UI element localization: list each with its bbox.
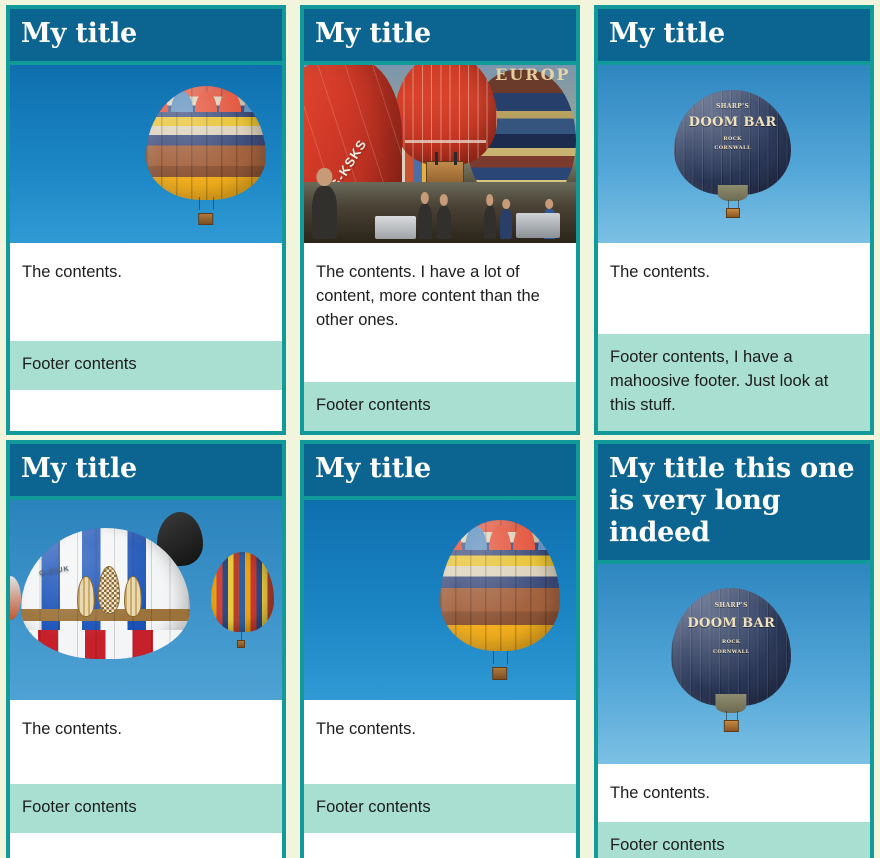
card-grid: My title The contents. Footer contents M… — [0, 0, 880, 858]
card-footer: Footer contents — [598, 821, 870, 858]
card-title: My title — [304, 9, 576, 65]
card-image: SHARP'S DOOM BAR ROCK CORNWALL — [598, 563, 870, 764]
card-footer: Footer contents, I have a mahoosive foot… — [598, 334, 870, 431]
balloon-photo-ground-red: G-KSKS EUROP — [304, 64, 576, 243]
card[interactable]: My title The contents. Footer contents — [6, 5, 286, 435]
card-content: The contents. I have a lot of content, m… — [304, 242, 576, 383]
card-footer: Footer contents — [10, 341, 282, 391]
card-image: G-CIUK — [10, 499, 282, 700]
card-image: SHARP'S DOOM BAR ROCK CORNWALL — [598, 64, 870, 243]
card-title: My title — [10, 444, 282, 500]
card-image — [304, 499, 576, 700]
balloon-photo-group: G-CIUK — [10, 499, 282, 700]
card-title: My title this one is very long indeed — [598, 444, 870, 564]
balloon-banner-label: EUROP — [495, 64, 571, 84]
card-content: The contents. — [598, 242, 870, 335]
card-title: My title — [598, 9, 870, 65]
card-footer: Footer contents — [304, 783, 576, 833]
card-footer: Footer contents — [304, 382, 576, 431]
card-image — [10, 64, 282, 243]
card[interactable]: My title G-CIUK The contents. Footer con… — [6, 440, 286, 858]
card[interactable]: My title G-KSKS EUROP The contents. I ha… — [300, 5, 580, 435]
card[interactable]: My title SHARP'S DOOM BAR ROCK CORNWALL … — [594, 5, 874, 435]
card-content: The contents. — [10, 242, 282, 342]
balloon-photo-doombar: SHARP'S DOOM BAR ROCK CORNWALL — [598, 64, 870, 243]
card-title: My title — [304, 444, 576, 500]
card[interactable]: My title this one is very long indeed SH… — [594, 440, 874, 858]
card-image: G-KSKS EUROP — [304, 64, 576, 243]
balloon-photo-doombar: SHARP'S DOOM BAR ROCK CORNWALL — [598, 563, 870, 764]
card-footer: Footer contents — [10, 783, 282, 833]
card-tail-space — [304, 832, 576, 858]
card-content: The contents. — [10, 699, 282, 784]
balloon-photo-striped — [10, 64, 282, 243]
card-title: My title — [10, 9, 282, 65]
card[interactable]: My title The contents. Footer contents — [300, 440, 580, 858]
balloon-photo-striped — [304, 499, 576, 700]
card-content: The contents. — [304, 699, 576, 784]
card-tail-space — [10, 832, 282, 858]
card-tail-space — [10, 390, 282, 431]
card-content: The contents. — [598, 763, 870, 822]
